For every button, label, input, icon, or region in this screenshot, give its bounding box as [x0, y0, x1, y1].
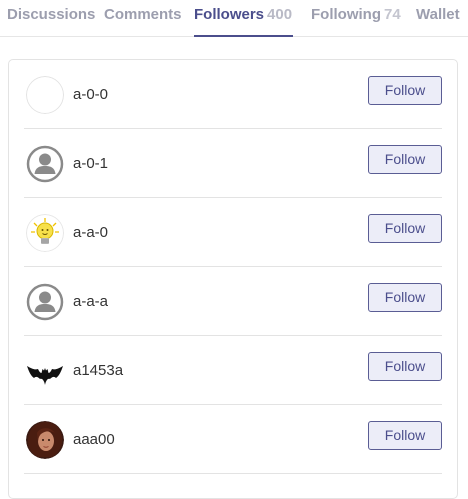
lightbulb-avatar-icon[interactable]	[26, 214, 64, 252]
follower-username[interactable]: a-a-a	[73, 293, 108, 310]
follow-button[interactable]: Follow	[368, 214, 442, 243]
follower-row: a-0-1 Follow	[24, 129, 442, 198]
default-user-avatar-icon[interactable]	[26, 145, 64, 183]
follow-button[interactable]: Follow	[368, 76, 442, 105]
follow-button[interactable]: Follow	[368, 352, 442, 381]
tab-label: Wallet	[416, 6, 460, 23]
bat-avatar-icon[interactable]	[26, 352, 64, 390]
tab-discussions[interactable]: Discussions	[7, 6, 95, 37]
follower-row: a-a-a Follow	[24, 267, 442, 336]
active-tab-underline	[194, 35, 294, 37]
profile-tabs: Discussions Comments Followers 400 Follow…	[0, 0, 468, 37]
tab-label: Discussions	[7, 6, 96, 23]
follower-row: a-0-0 Follow	[24, 60, 442, 129]
follower-username[interactable]: a-0-1	[73, 155, 108, 172]
tab-following[interactable]: Following 74	[311, 6, 401, 37]
follower-row: aaa00 Follow	[24, 405, 442, 474]
tab-label: Comments	[104, 6, 182, 23]
follower-username[interactable]: aaa00	[73, 431, 115, 448]
tab-comments[interactable]: Comments	[104, 6, 182, 37]
tab-label: Followers	[194, 6, 265, 23]
portrait-avatar-icon[interactable]	[26, 421, 64, 459]
follow-button[interactable]: Follow	[368, 421, 442, 450]
tab-count: 74	[383, 6, 401, 23]
tab-wallet[interactable]: Wallet	[416, 6, 460, 37]
tab-label: Following	[311, 6, 381, 23]
follower-row: a1453a Follow	[24, 336, 442, 405]
blank-avatar-icon[interactable]	[26, 76, 64, 114]
tab-followers[interactable]: Followers 400	[194, 6, 294, 37]
follower-row: a-a-0 Follow	[24, 198, 442, 267]
follower-username[interactable]: a1453a	[73, 362, 123, 379]
follow-button[interactable]: Follow	[368, 145, 442, 174]
tab-count: 400	[267, 6, 293, 23]
followers-list: a-0-0 Follow a-0-1 Follow a-a-0 Follow a…	[8, 59, 458, 499]
follower-username[interactable]: a-a-0	[73, 224, 108, 241]
follower-username[interactable]: a-0-0	[73, 86, 108, 103]
follow-button[interactable]: Follow	[368, 283, 442, 312]
default-user-avatar-icon[interactable]	[26, 283, 64, 321]
